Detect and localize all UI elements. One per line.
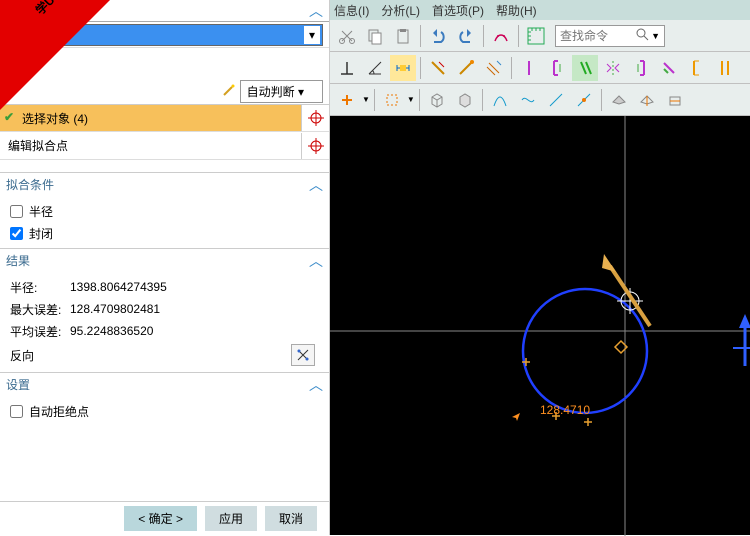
result-header[interactable]: 结果︿ (0, 248, 329, 272)
select-rect-icon[interactable] (379, 87, 405, 113)
auto-detect-select[interactable]: 自动判断 ▾ (240, 80, 323, 103)
perpendicular-icon[interactable] (334, 55, 360, 81)
check-icon: ✔ (4, 110, 14, 124)
chevron-down-icon[interactable]: ▼ (651, 31, 660, 41)
radius-result-value: 1398.8064274395 (70, 280, 167, 294)
annotation-text: 128.4710 (540, 403, 590, 417)
target-icon[interactable] (301, 133, 329, 159)
menu-prefs[interactable]: 首选项(P) (432, 2, 484, 19)
cube2-icon[interactable] (452, 87, 478, 113)
avgerr-value: 95.2248836520 (70, 324, 153, 338)
direction-arrow (602, 254, 650, 326)
curve1-icon[interactable] (487, 87, 513, 113)
chevron-down-icon[interactable]: ▼ (407, 95, 415, 104)
viewport[interactable]: 128.4710 (330, 116, 750, 535)
menu-info[interactable]: 信息(I) (334, 2, 369, 19)
search-input[interactable] (560, 29, 635, 43)
radius-result-label: 半径: (10, 279, 70, 296)
chevron-down-icon[interactable]: ▼ (362, 95, 370, 104)
wand-icon (222, 83, 236, 100)
measure-icon[interactable] (523, 23, 549, 49)
avgerr-label: 平均误差: (10, 323, 70, 340)
menu-help[interactable]: 帮助(H) (496, 2, 537, 19)
parallel-icon[interactable] (572, 55, 598, 81)
angle-icon[interactable] (362, 55, 388, 81)
cancel-button[interactable]: 取消 (265, 506, 317, 531)
radius-label: 半径 (29, 203, 53, 220)
reverse-button[interactable] (291, 344, 315, 366)
line-icon[interactable] (543, 87, 569, 113)
search-box[interactable]: ▼ (555, 25, 665, 47)
target-icon[interactable] (301, 105, 329, 131)
z-axis-arrow (733, 314, 750, 366)
search-icon[interactable] (635, 27, 649, 44)
ok-button[interactable]: < 确定 > (124, 506, 197, 531)
toolbar-sketch (330, 52, 750, 84)
closed-checkbox[interactable] (10, 227, 23, 240)
maxerr-label: 最大误差: (10, 301, 70, 318)
reverse-label: 反向 (10, 347, 34, 364)
toolbar-main: ▼ (330, 20, 750, 52)
extend-icon[interactable] (453, 55, 479, 81)
chevron-down-icon: ▾ (304, 26, 320, 44)
closed-label: 封闭 (29, 225, 53, 242)
offset-icon[interactable] (481, 55, 507, 81)
bracket2-icon[interactable] (628, 55, 654, 81)
trim-icon[interactable] (425, 55, 451, 81)
point-icon[interactable] (334, 87, 360, 113)
cut-icon[interactable] (334, 23, 360, 49)
menubar: 信息(I) 分析(L) 首选项(P) 帮助(H) (330, 0, 750, 20)
fit-condition-header[interactable]: 拟合条件︿ (0, 172, 329, 196)
equal-icon[interactable] (656, 55, 682, 81)
plane2-icon[interactable] (634, 87, 660, 113)
undo-icon[interactable] (425, 23, 451, 49)
radius-checkbox[interactable] (10, 205, 23, 218)
maxerr-value: 128.4709802481 (70, 302, 160, 316)
plane-icon[interactable] (606, 87, 632, 113)
sketch-icon[interactable] (488, 23, 514, 49)
menu-analysis[interactable]: 分析(L) (381, 2, 420, 19)
settings-header[interactable]: 设置︿ (0, 372, 329, 396)
bracket4-icon[interactable] (712, 55, 738, 81)
collapse-icon[interactable]: ︿ (309, 1, 323, 21)
curve2-icon[interactable] (515, 87, 541, 113)
cube-icon[interactable] (424, 87, 450, 113)
plane3-icon[interactable] (662, 87, 688, 113)
apply-button[interactable]: 应用 (205, 506, 257, 531)
bracket1-icon[interactable] (544, 55, 570, 81)
dimension-icon[interactable] (390, 55, 416, 81)
line-point-icon[interactable] (571, 87, 597, 113)
auto-reject-checkbox[interactable] (10, 405, 23, 418)
edit-fit-point-row[interactable]: 编辑拟合点 (0, 132, 329, 160)
bracket3-icon[interactable] (684, 55, 710, 81)
vline-icon[interactable] (516, 55, 542, 81)
redo-icon[interactable] (453, 23, 479, 49)
toolbar-view: ▼ ▼ (330, 84, 750, 116)
paste-icon[interactable] (390, 23, 416, 49)
auto-reject-label: 自动拒绝点 (29, 403, 89, 420)
mirror-icon[interactable] (600, 55, 626, 81)
copy-icon[interactable] (362, 23, 388, 49)
